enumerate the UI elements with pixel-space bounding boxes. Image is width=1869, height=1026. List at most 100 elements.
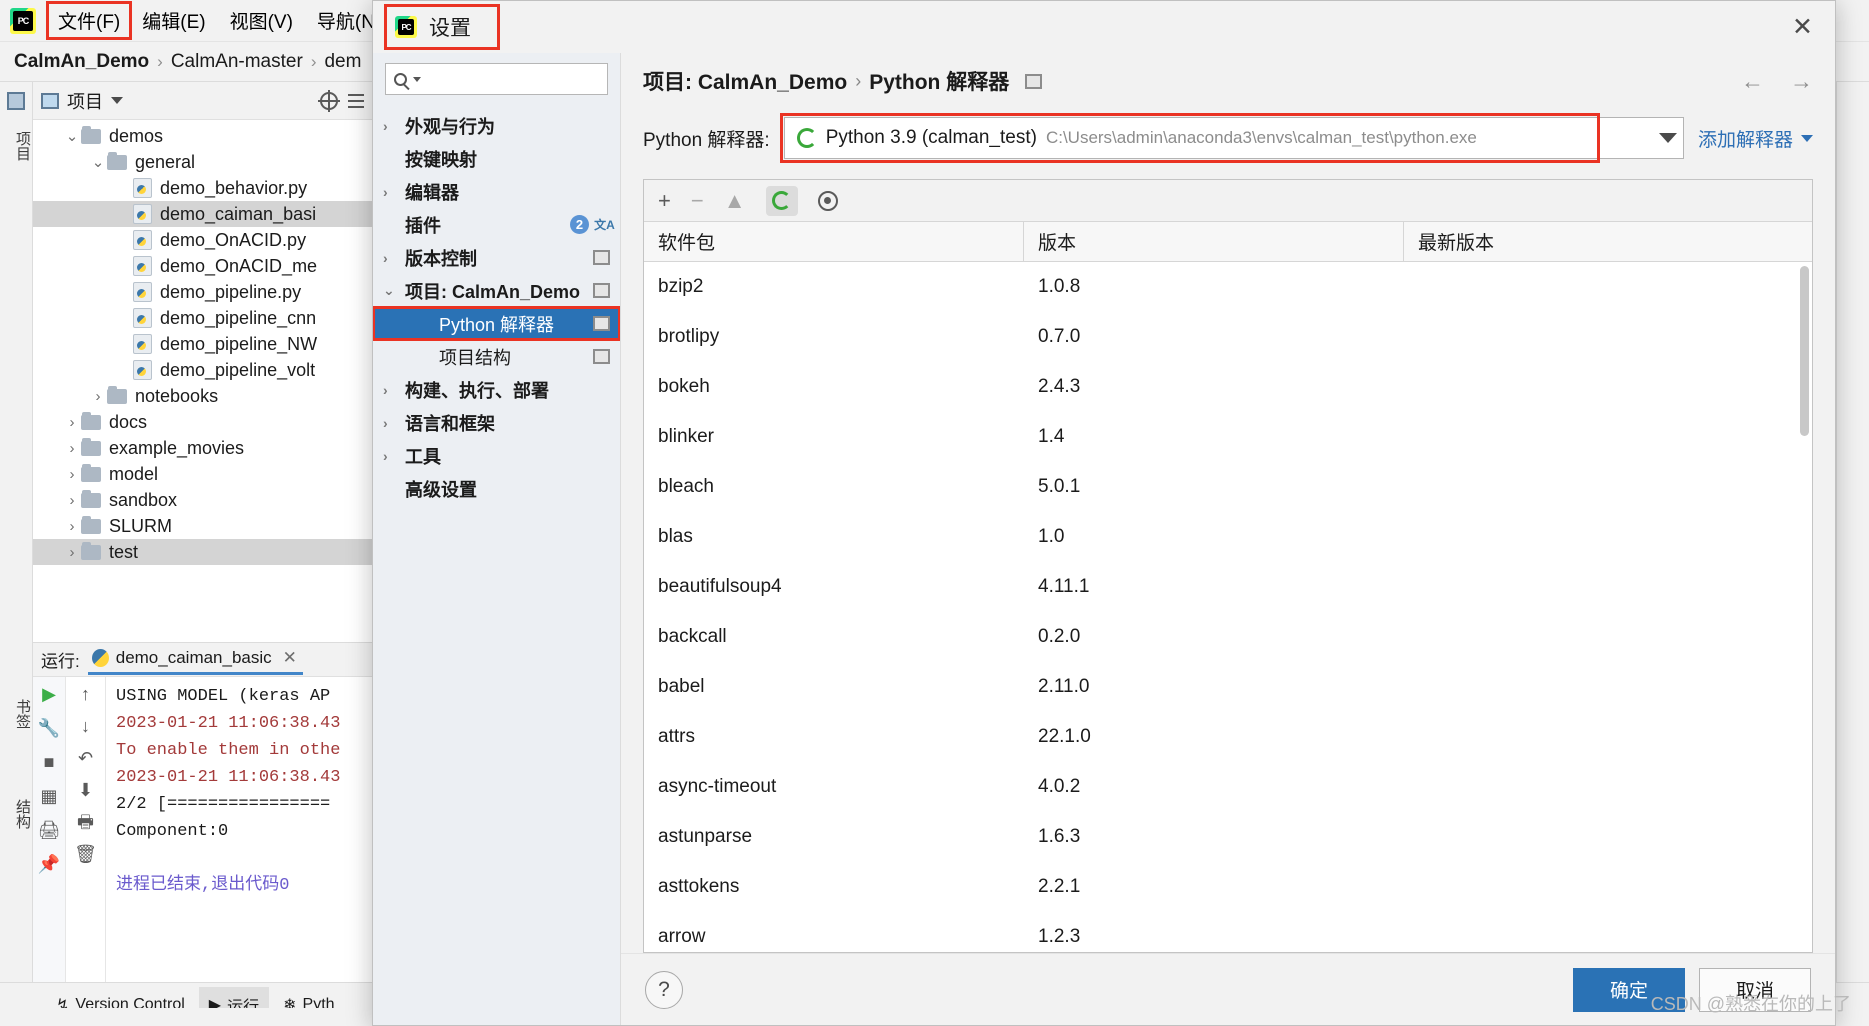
pin-icon[interactable]: 📌 — [38, 855, 60, 873]
project-tree-item[interactable]: › test — [33, 539, 372, 565]
project-tree-item[interactable]: › model — [33, 461, 372, 487]
breadcrumb-item-module[interactable]: CalmAn-master — [171, 51, 303, 73]
table-row[interactable]: bleach 5.0.1 — [644, 462, 1812, 512]
close-icon[interactable]: ✕ — [283, 648, 297, 668]
settings-tree-item-python[interactable]: Python 解释器 — [373, 306, 620, 341]
cancel-button[interactable]: 取消 — [1699, 967, 1811, 1012]
project-tree-item[interactable]: › notebooks — [33, 383, 372, 409]
settings-tree-item-[interactable]: 插件 2 文A — [373, 208, 620, 241]
copy-settings-icon[interactable] — [593, 316, 610, 331]
project-tree-item[interactable]: demo_OnACID_me — [33, 253, 372, 279]
console-output[interactable]: USING MODEL (keras AP 2023-01-21 11:06:38… — [106, 677, 372, 983]
locate-file-icon[interactable] — [318, 89, 340, 112]
project-tree-item[interactable]: demo_OnACID.py — [33, 227, 372, 253]
table-row[interactable]: beautifulsoup4 4.11.1 — [644, 562, 1812, 612]
show-early-releases-icon[interactable] — [817, 190, 838, 211]
settings-wrench-icon[interactable]: 🔧 — [38, 719, 60, 737]
arrow-down-icon[interactable]: ↓ — [81, 717, 90, 735]
settings-tree-item-[interactable]: › 构建、执行、部署 — [373, 373, 620, 406]
chevron-down-icon[interactable]: ⌄ — [89, 153, 107, 171]
settings-tree-item-[interactable]: › 版本控制 — [373, 241, 620, 274]
table-row[interactable]: bokeh 2.4.3 — [644, 362, 1812, 412]
project-tab-icon[interactable] — [7, 92, 25, 110]
copy-settings-icon[interactable] — [593, 349, 610, 364]
run-tab[interactable]: demo_caiman_basic ✕ — [87, 644, 303, 675]
column-header-package[interactable]: 软件包 — [644, 222, 1024, 261]
table-row[interactable]: blinker 1.4 — [644, 412, 1812, 462]
help-button[interactable]: ? — [645, 970, 683, 1009]
print-console-icon[interactable]: 🖶 — [77, 813, 94, 831]
arrow-up-icon[interactable]: ↑ — [81, 685, 90, 703]
stop-icon[interactable]: ■ — [44, 753, 55, 771]
close-icon[interactable]: ✕ — [1792, 15, 1813, 40]
chevron-right-icon[interactable]: › — [63, 492, 81, 509]
settings-tree-item-[interactable]: › 外观与行为 — [373, 109, 620, 142]
settings-tree-item-[interactable]: › 语言和框架 — [373, 406, 620, 439]
column-header-version[interactable]: 版本 — [1024, 222, 1404, 261]
table-row[interactable]: blas 1.0 — [644, 512, 1812, 562]
packages-table-body[interactable]: bzip2 1.0.8 brotlipy 0.7.0 bokeh 2.4.3 blinker… — [644, 262, 1812, 952]
chevron-right-icon[interactable]: › — [89, 388, 107, 405]
clear-all-icon[interactable]: 🗑 — [74, 845, 97, 863]
table-row[interactable]: backcall 0.2.0 — [644, 612, 1812, 662]
print-icon[interactable]: 🖨 — [38, 821, 61, 839]
collapse-all-icon[interactable] — [348, 92, 364, 110]
project-tree-item[interactable]: ⌄ demos — [33, 123, 372, 149]
settings-tree-item-[interactable]: 项目结构 — [373, 340, 620, 373]
chevron-right-icon[interactable]: › — [63, 544, 81, 561]
table-row[interactable]: brotlipy 0.7.0 — [644, 312, 1812, 362]
copy-settings-icon[interactable] — [593, 283, 610, 298]
translate-icon[interactable]: 文A — [594, 216, 615, 234]
project-tree-item[interactable]: demo_pipeline_volt — [33, 357, 372, 383]
chevron-right-icon[interactable]: › — [383, 184, 405, 200]
project-tree-item[interactable]: › SLURM — [33, 513, 372, 539]
project-tree-item[interactable]: demo_caiman_basi — [33, 201, 372, 227]
scroll-to-end-icon[interactable]: ⬇ — [78, 781, 93, 799]
table-row[interactable]: async-timeout 4.0.2 — [644, 762, 1812, 812]
table-row[interactable]: bzip2 1.0.8 — [644, 262, 1812, 312]
remove-package-icon[interactable]: − — [691, 189, 704, 212]
chevron-down-icon[interactable] — [1658, 133, 1677, 143]
search-input[interactable] — [427, 69, 638, 89]
table-row[interactable]: asttokens 2.2.1 — [644, 862, 1812, 912]
chevron-right-icon[interactable]: › — [383, 415, 405, 431]
menu-item-view[interactable]: 视图(V) — [218, 3, 305, 38]
project-tree-item[interactable]: demo_behavior.py — [33, 175, 372, 201]
settings-search-box[interactable] — [385, 63, 638, 95]
sidebar-tab-bookmarks[interactable]: 书签 — [0, 682, 33, 746]
add-interpreter-button[interactable]: 添加解释器 — [1698, 125, 1813, 152]
chevron-down-icon[interactable]: ⌄ — [383, 282, 405, 299]
table-row[interactable]: babel 2.11.0 — [644, 662, 1812, 712]
settings-tree-item-calman-demo[interactable]: ⌄ 项目: CalmAn_Demo — [373, 274, 620, 307]
copy-settings-icon[interactable] — [593, 250, 610, 265]
copy-settings-icon[interactable] — [1025, 73, 1043, 89]
nav-forward-icon[interactable]: → — [1790, 68, 1813, 95]
chevron-right-icon[interactable]: › — [383, 448, 405, 464]
chevron-down-icon[interactable] — [111, 97, 123, 104]
rerun-icon[interactable]: ▶ — [42, 685, 56, 703]
column-header-latest[interactable]: 最新版本 — [1404, 222, 1812, 261]
project-tree-item[interactable]: › sandbox — [33, 487, 372, 513]
chevron-right-icon[interactable]: › — [63, 466, 81, 483]
chevron-right-icon[interactable]: › — [63, 414, 81, 431]
breadcrumb-item-folder[interactable]: dem — [324, 51, 361, 73]
chevron-right-icon[interactable]: › — [383, 118, 405, 134]
chevron-right-icon[interactable]: › — [383, 250, 405, 266]
settings-tree-item-[interactable]: › 编辑器 — [373, 175, 620, 208]
add-package-icon[interactable]: + — [658, 189, 671, 212]
settings-tree-item-[interactable]: 高级设置 — [373, 472, 620, 505]
breadcrumb-item-project[interactable]: CalmAn_Demo — [14, 51, 149, 73]
chevron-right-icon[interactable]: › — [63, 440, 81, 457]
project-tree-item[interactable]: demo_pipeline.py — [33, 279, 372, 305]
nav-back-icon[interactable]: ← — [1741, 68, 1764, 95]
project-tree-item[interactable]: demo_pipeline_cnn — [33, 305, 372, 331]
project-tree-item[interactable]: › example_movies — [33, 435, 372, 461]
menu-item-edit[interactable]: 编辑(E) — [130, 3, 217, 38]
table-row[interactable]: astunparse 1.6.3 — [644, 812, 1812, 862]
settings-tree-item-[interactable]: › 工具 — [373, 439, 620, 472]
project-tree-item[interactable]: demo_pipeline_NW — [33, 331, 372, 357]
interpreter-select[interactable]: Python 3.9 (calman_test) C:\Users\admin\… — [783, 117, 1684, 159]
soft-wrap-icon[interactable]: ↶ — [78, 749, 93, 767]
ok-button[interactable]: 确定 — [1573, 967, 1685, 1012]
project-tree-item[interactable]: ⌄ general — [33, 149, 372, 175]
